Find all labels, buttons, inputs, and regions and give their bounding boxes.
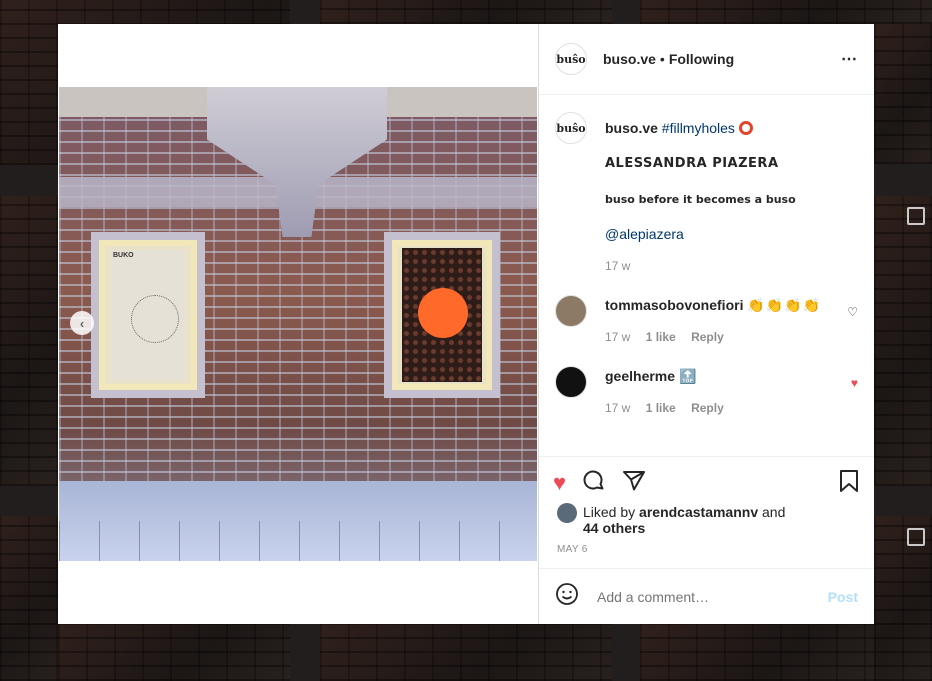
comment-body: geelherme 🔝 17 w 1 like Reply [605,366,736,417]
caption-meta: 17 w [605,257,796,275]
liked-by-and: and [762,504,786,520]
chevron-left-icon[interactable]: ‹ [70,311,94,335]
comment-text: 👏👏👏👏 [747,297,822,313]
comment-username[interactable]: tommasobovonefiori [605,297,743,313]
poster-sun [418,288,468,338]
poster-left: BUKO [111,250,185,380]
post-footer: ♥ Liked by arendcastamannv and 44 others [539,456,874,555]
likes-summary: Liked by arendcastamannv and 44 others [539,499,874,536]
caption-body: buso.ve #fillmyholes ALESSANDRA PIAZERA … [605,112,796,275]
carousel-indicator-icon [907,528,925,546]
heart-icon[interactable]: ♡ [847,305,858,319]
share-icon[interactable] [622,469,646,498]
caption-time[interactable]: 17 w [605,259,630,273]
window-left: BUKO [91,232,205,398]
caption-username[interactable]: buso.ve [605,120,658,136]
following-button[interactable]: Following [669,51,734,67]
post-button[interactable]: Post [828,589,858,605]
heart-icon[interactable]: ♥ [553,471,566,495]
smile-icon[interactable] [555,582,579,612]
header-username[interactable]: buso.ve [603,51,656,67]
avatar[interactable] [557,503,577,523]
post-date[interactable]: MAY 6 [539,536,874,555]
action-bar: ♥ [539,457,874,499]
red-circle-icon [738,121,753,135]
post-modal: BUKO ‹ buŝo buso.ve • Following ⋯ buŝo b… [58,24,874,624]
likes-others[interactable]: 44 others [583,520,645,536]
pavement [59,481,537,561]
caption-line: buso before it becomes a buso [605,193,796,206]
comment-time[interactable]: 17 w [605,330,630,344]
liked-by-user[interactable]: arendcastamannv [639,504,758,520]
reply-button[interactable]: Reply [691,401,724,415]
heart-filled-icon[interactable]: ♥ [851,376,858,390]
caption-hashtag[interactable]: #fillmyholes [662,120,735,136]
window-right [384,232,500,398]
caption-mention[interactable]: @alepiazera [605,226,684,242]
header-separator: • [659,51,665,67]
comment-likes[interactable]: 1 like [646,330,676,344]
comment-item: geelherme 🔝 17 w 1 like Reply ♥ [555,366,858,417]
avatar[interactable]: buŝo [555,43,587,75]
poster-circle [131,295,179,343]
avatar[interactable] [555,366,587,398]
reply-button[interactable]: Reply [691,330,724,344]
poster-tag: BUKO [113,252,134,259]
post-photo[interactable]: BUKO [59,87,537,561]
avatar[interactable] [555,295,587,327]
comment-meta: 17 w 1 like Reply [605,328,821,346]
post-header: buŝo buso.ve • Following ⋯ [539,24,874,95]
avatar[interactable]: buŝo [555,112,587,144]
more-options-icon[interactable]: ⋯ [841,49,858,69]
post-sidebar: buŝo buso.ve • Following ⋯ buŝo buso.ve … [539,24,874,624]
comment-item: tommasobovonefiori 👏👏👏👏 17 w 1 like Repl… [555,295,858,346]
carousel-indicator-icon [907,207,925,225]
comment-time[interactable]: 17 w [605,401,630,415]
post-media: BUKO ‹ [58,24,539,624]
comment-text: 🔝 [678,368,697,384]
caption-line: ALESSANDRA PIAZERA [605,156,779,171]
liked-by-prefix: Liked by [583,504,636,520]
comment-body: tommasobovonefiori 👏👏👏👏 17 w 1 like Repl… [605,295,821,346]
comment-icon[interactable] [582,469,606,498]
comment-likes[interactable]: 1 like [646,401,676,415]
comment-input[interactable] [595,587,828,606]
caption: buŝo buso.ve #fillmyholes ALESSANDRA PIA… [555,112,858,275]
add-comment-bar: Post [539,568,874,624]
poster-right [402,248,482,382]
bookmark-icon[interactable] [838,469,860,498]
comments-list[interactable]: buŝo buso.ve #fillmyholes ALESSANDRA PIA… [539,96,874,456]
comment-meta: 17 w 1 like Reply [605,399,736,417]
comment-username[interactable]: geelherme [605,368,675,384]
